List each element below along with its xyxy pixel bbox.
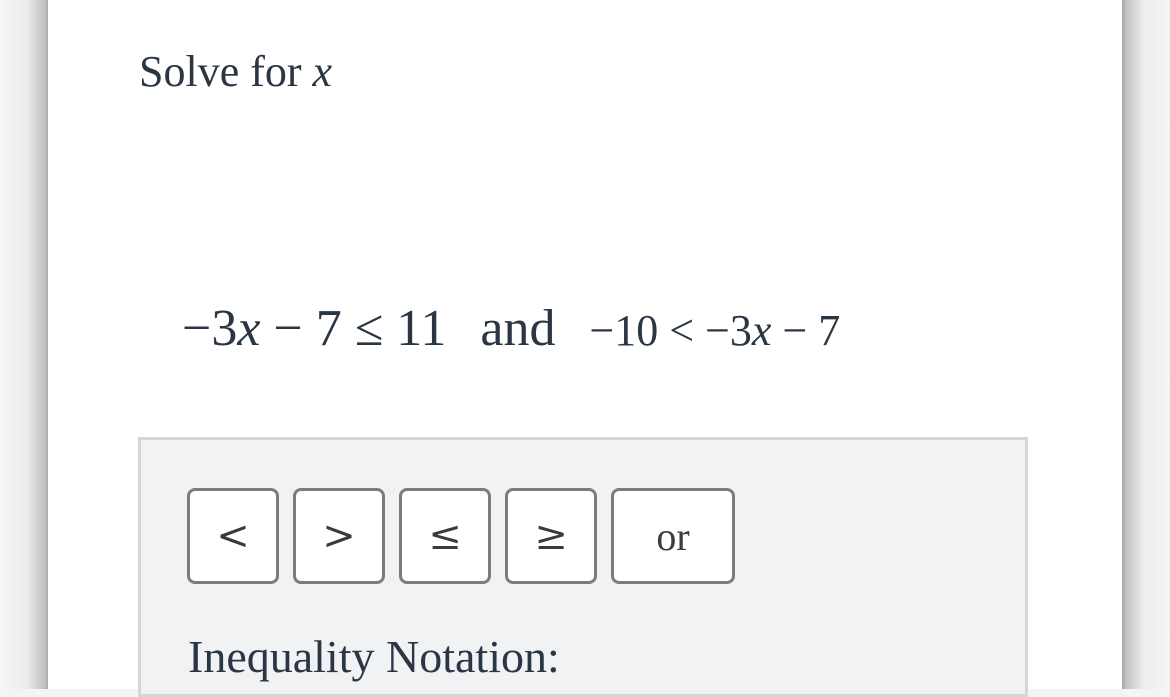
background-left — [0, 0, 48, 689]
inequality-notation-label: Inequality Notation: — [188, 631, 560, 682]
right-variable: x — [751, 306, 772, 355]
question-prompt: Solve for x — [139, 50, 332, 94]
less-than-button[interactable]: < — [187, 488, 279, 584]
right-expr-b: − 7 — [771, 306, 841, 355]
left-expr-a: −3 — [182, 300, 238, 357]
right-inequality: −10 < −3x − 7 — [589, 309, 840, 353]
connector-and: and — [480, 300, 556, 357]
prompt-variable: x — [312, 47, 333, 96]
less-than-or-equal-button[interactable]: ≤ — [399, 488, 491, 584]
left-expr-b: − 7 ≤ 11 — [260, 300, 447, 357]
background-right — [1122, 0, 1170, 689]
compound-inequality: −3x − 7 ≤ 11 and −10 < −3x − 7 — [182, 303, 840, 355]
left-inequality: −3x − 7 ≤ 11 — [182, 303, 446, 355]
symbol-toolbar: < > ≤ ≥ or — [187, 488, 735, 584]
answer-panel: < > ≤ ≥ or Inequality Notation: — [138, 437, 1028, 697]
prompt-text: Solve for — [139, 47, 302, 96]
greater-than-button[interactable]: > — [293, 488, 385, 584]
left-variable: x — [237, 300, 261, 357]
or-button[interactable]: or — [611, 488, 735, 584]
greater-than-or-equal-button[interactable]: ≥ — [505, 488, 597, 584]
question-card: Solve for x −3x − 7 ≤ 11 and −10 < −3x −… — [48, 0, 1122, 697]
right-expr-a: −10 < −3 — [589, 306, 752, 355]
